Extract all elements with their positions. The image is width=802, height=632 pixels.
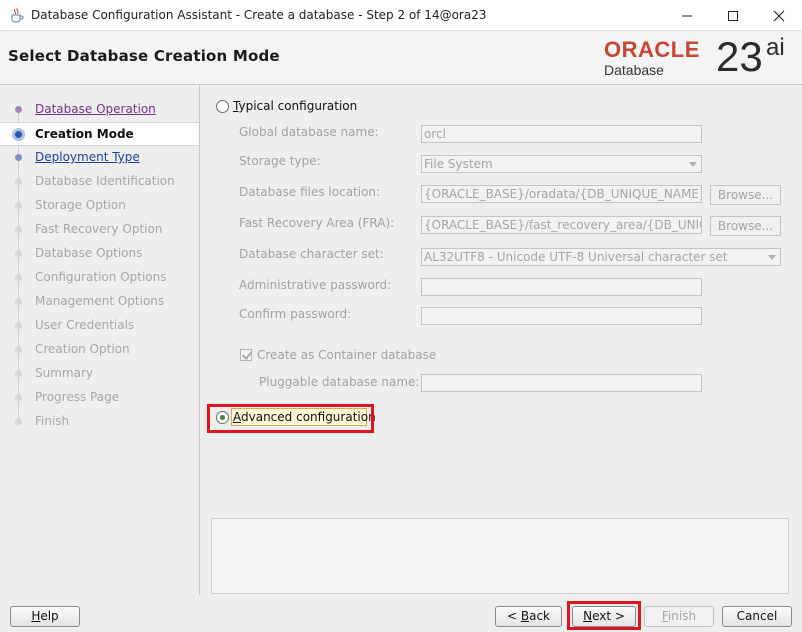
charset-label: Database character set: bbox=[239, 247, 384, 261]
global-db-name-label: Global database name: bbox=[239, 125, 379, 139]
step-indicator-icon bbox=[15, 250, 22, 257]
java-cup-icon bbox=[9, 7, 25, 23]
nav-item-label: Creation Mode bbox=[35, 127, 134, 141]
nav-item-label: Creation Option bbox=[35, 342, 130, 356]
nav-item-deployment-type[interactable]: Deployment Type bbox=[0, 146, 199, 170]
db-files-location-input[interactable]: {ORACLE_BASE}/oradata/{DB_UNIQUE_NAME} bbox=[421, 185, 702, 203]
admin-password-input[interactable] bbox=[421, 278, 702, 296]
nav-item-fast-recovery-option: Fast Recovery Option bbox=[0, 218, 199, 242]
nav-item-label: Finish bbox=[35, 414, 70, 428]
step-indicator-icon bbox=[15, 370, 22, 377]
nav-item-label: Summary bbox=[35, 366, 93, 380]
message-area bbox=[211, 518, 789, 594]
fra-browse-button[interactable]: Browse... bbox=[710, 216, 781, 236]
typical-configuration-label[interactable]: Typical configuration bbox=[233, 99, 357, 113]
nav-item-database-options: Database Options bbox=[0, 242, 199, 266]
logo-version: 23 bbox=[716, 33, 763, 80]
nav-item-label: Database Options bbox=[35, 246, 143, 260]
nav-item-management-options: Management Options bbox=[0, 290, 199, 314]
page-title: Select Database Creation Mode bbox=[8, 47, 280, 65]
pdb-name-input[interactable] bbox=[421, 374, 702, 392]
step-indicator-icon bbox=[15, 298, 22, 305]
nav-item-user-credentials: User Credentials bbox=[0, 314, 199, 338]
nav-item-finish: Finish bbox=[0, 410, 199, 434]
charset-value: AL32UTF8 - Unicode UTF-8 Universal chara… bbox=[424, 250, 728, 264]
nav-item-label: Progress Page bbox=[35, 390, 120, 404]
step-navigation: Database Operation Creation Mode Deploymen… bbox=[0, 85, 200, 595]
nav-item-storage-option: Storage Option bbox=[0, 194, 199, 218]
nav-item-creation-option: Creation Option bbox=[0, 338, 199, 362]
typical-configuration-radio[interactable] bbox=[216, 100, 229, 113]
step-indicator-icon bbox=[15, 154, 22, 161]
global-db-name-input[interactable]: orcl bbox=[421, 125, 702, 143]
logo-product: Database bbox=[604, 62, 664, 78]
logo-suffix: ai bbox=[766, 34, 785, 61]
step-indicator-icon bbox=[12, 128, 25, 141]
nav-item-database-operation[interactable]: Database Operation bbox=[0, 98, 199, 122]
step-indicator-icon bbox=[15, 226, 22, 233]
nav-item-label: Deployment Type bbox=[35, 150, 140, 164]
title-bar: Database Configuration Assistant - Creat… bbox=[0, 0, 802, 31]
minimize-button[interactable] bbox=[664, 0, 710, 31]
finish-button[interactable]: Finish bbox=[644, 606, 714, 627]
confirm-password-input[interactable] bbox=[421, 307, 702, 325]
maximize-button[interactable] bbox=[710, 0, 756, 31]
step-indicator-icon bbox=[15, 322, 22, 329]
nav-item-configuration-options: Configuration Options bbox=[0, 266, 199, 290]
nav-item-label: Fast Recovery Option bbox=[35, 222, 163, 236]
logo-brand: ORACLE bbox=[604, 37, 700, 62]
oracle-database-logo: ORACLE Database 23 ai bbox=[602, 33, 798, 81]
nav-item-label: Database Identification bbox=[35, 174, 175, 188]
nav-item-database-identification: Database Identification bbox=[0, 170, 199, 194]
fra-input[interactable]: {ORACLE_BASE}/fast_recovery_area/{DB_UNI… bbox=[421, 216, 702, 234]
container-db-checkbox[interactable] bbox=[240, 349, 252, 361]
db-files-location-label: Database files location: bbox=[239, 185, 381, 199]
step-indicator-icon bbox=[15, 106, 22, 113]
nav-item-label: Configuration Options bbox=[35, 270, 167, 284]
confirm-password-label: Confirm password: bbox=[239, 307, 352, 321]
step-indicator-icon bbox=[15, 394, 22, 401]
nav-item-progress-page: Progress Page bbox=[0, 386, 199, 410]
maximize-icon bbox=[728, 10, 738, 21]
storage-type-label: Storage type: bbox=[239, 154, 321, 168]
chevron-down-icon bbox=[689, 162, 697, 167]
nav-item-label: Storage Option bbox=[35, 198, 126, 212]
help-button[interactable]: Help bbox=[10, 606, 80, 627]
storage-type-value: File System bbox=[424, 157, 493, 171]
nav-item-creation-mode[interactable]: Creation Mode bbox=[0, 122, 199, 146]
close-window-button[interactable] bbox=[756, 0, 802, 31]
next-button-highlight bbox=[567, 601, 641, 630]
back-button[interactable]: < Back bbox=[495, 606, 562, 627]
step-indicator-icon bbox=[15, 202, 22, 209]
step-indicator-icon bbox=[15, 346, 22, 353]
page-header: Select Database Creation Mode ORACLE Dat… bbox=[0, 31, 802, 85]
step-indicator-icon bbox=[15, 274, 22, 281]
step-indicator-icon bbox=[15, 178, 22, 185]
pdb-name-label: Pluggable database name: bbox=[259, 375, 420, 389]
nav-item-summary: Summary bbox=[0, 362, 199, 386]
cancel-button[interactable]: Cancel bbox=[722, 606, 792, 627]
nav-item-label: User Credentials bbox=[35, 318, 135, 332]
nav-item-label: Database Operation bbox=[35, 102, 156, 116]
advanced-configuration-highlight bbox=[207, 404, 374, 433]
container-db-label: Create as Container database bbox=[257, 348, 437, 362]
minimize-icon bbox=[682, 15, 692, 16]
close-icon bbox=[773, 10, 785, 21]
db-files-browse-button[interactable]: Browse... bbox=[710, 185, 781, 205]
storage-type-select[interactable]: File System bbox=[421, 155, 702, 173]
chevron-down-icon bbox=[768, 255, 776, 260]
charset-select[interactable]: AL32UTF8 - Unicode UTF-8 Universal chara… bbox=[421, 248, 781, 266]
admin-password-label: Administrative password: bbox=[239, 278, 392, 292]
step-indicator-icon bbox=[15, 418, 22, 425]
fra-label: Fast Recovery Area (FRA): bbox=[239, 216, 395, 230]
nav-item-label: Management Options bbox=[35, 294, 165, 308]
window-title: Database Configuration Assistant - Creat… bbox=[31, 8, 487, 22]
